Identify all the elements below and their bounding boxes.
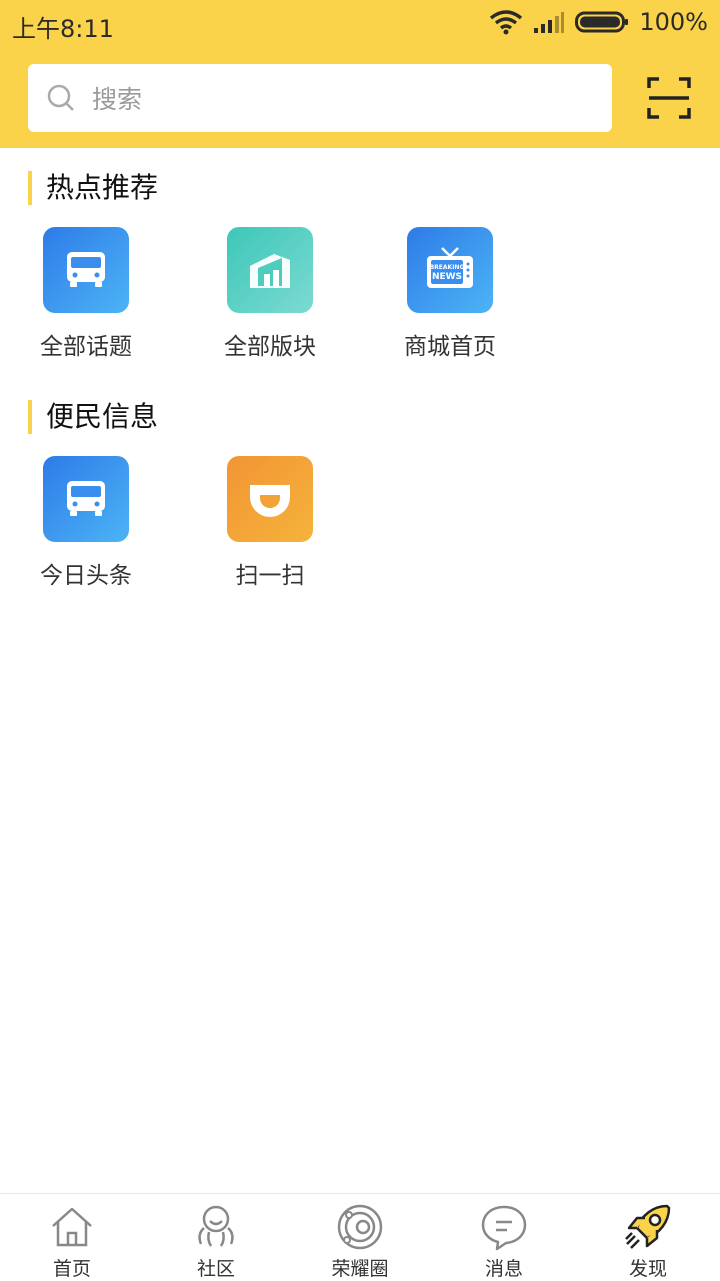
top-bar: 上午8:11 100% 搜索 <box>0 0 720 148</box>
tile-scan[interactable]: 扫一扫 <box>200 456 340 590</box>
tv-text-news: NEWS <box>432 272 462 282</box>
section-title-convenience: 便民信息 <box>28 400 158 434</box>
community-icon <box>198 1205 234 1247</box>
tile-label: 商城首页 <box>404 334 496 360</box>
tile-label: 全部版块 <box>224 334 316 360</box>
tv-text-breaking: BREAKING <box>430 264 465 271</box>
tile-all-boards[interactable]: 全部版块 <box>200 227 340 361</box>
tile-mall-home[interactable]: BREAKING NEWS 商城首页 <box>380 227 520 361</box>
search-input[interactable]: 搜索 <box>92 80 142 116</box>
section-title-hot: 热点推荐 <box>28 171 158 205</box>
tab-home[interactable]: 首页 <box>0 1194 144 1281</box>
breaking-news-tv-icon: BREAKING NEWS <box>407 227 493 313</box>
tile-label: 扫一扫 <box>235 563 305 589</box>
signal-icon <box>534 12 565 33</box>
tab-label: 消息 <box>484 1258 523 1280</box>
tab-messages[interactable]: 消息 <box>432 1194 576 1281</box>
tab-honor-circle[interactable]: 荣耀圈 <box>288 1194 432 1281</box>
wifi-icon <box>490 10 523 35</box>
tab-label: 首页 <box>52 1258 91 1280</box>
tab-label: 社区 <box>196 1258 235 1280</box>
bus-icon <box>43 227 129 313</box>
home-icon <box>52 1207 92 1247</box>
tab-label: 荣耀圈 <box>331 1258 389 1280</box>
tile-label: 今日头条 <box>40 563 132 589</box>
bottom-tab-bar: 首页 社区 荣耀圈 消息 发现 <box>0 1193 720 1281</box>
tab-discover[interactable]: 发现 <box>576 1194 720 1281</box>
battery-percent: 100% <box>639 8 708 36</box>
tile-today-headlines[interactable]: 今日头条 <box>16 456 156 590</box>
search-icon <box>47 84 74 111</box>
status-time: 上午8:11 <box>12 15 114 43</box>
tab-label: 发现 <box>628 1258 667 1280</box>
search-bar[interactable]: 搜索 <box>28 64 612 132</box>
bus-icon <box>43 456 129 542</box>
planet-icon <box>337 1204 383 1250</box>
building-icon <box>227 227 313 313</box>
rocket-icon <box>625 1204 671 1249</box>
scan-icon[interactable] <box>646 76 692 120</box>
tile-label: 全部话题 <box>40 334 132 360</box>
chat-bubble-icon <box>481 1205 527 1251</box>
tile-all-topics[interactable]: 全部话题 <box>16 227 156 361</box>
status-bar: 上午8:11 100% <box>0 0 720 50</box>
tab-community[interactable]: 社区 <box>144 1194 288 1281</box>
didi-icon <box>227 456 313 542</box>
battery-icon <box>575 11 629 33</box>
